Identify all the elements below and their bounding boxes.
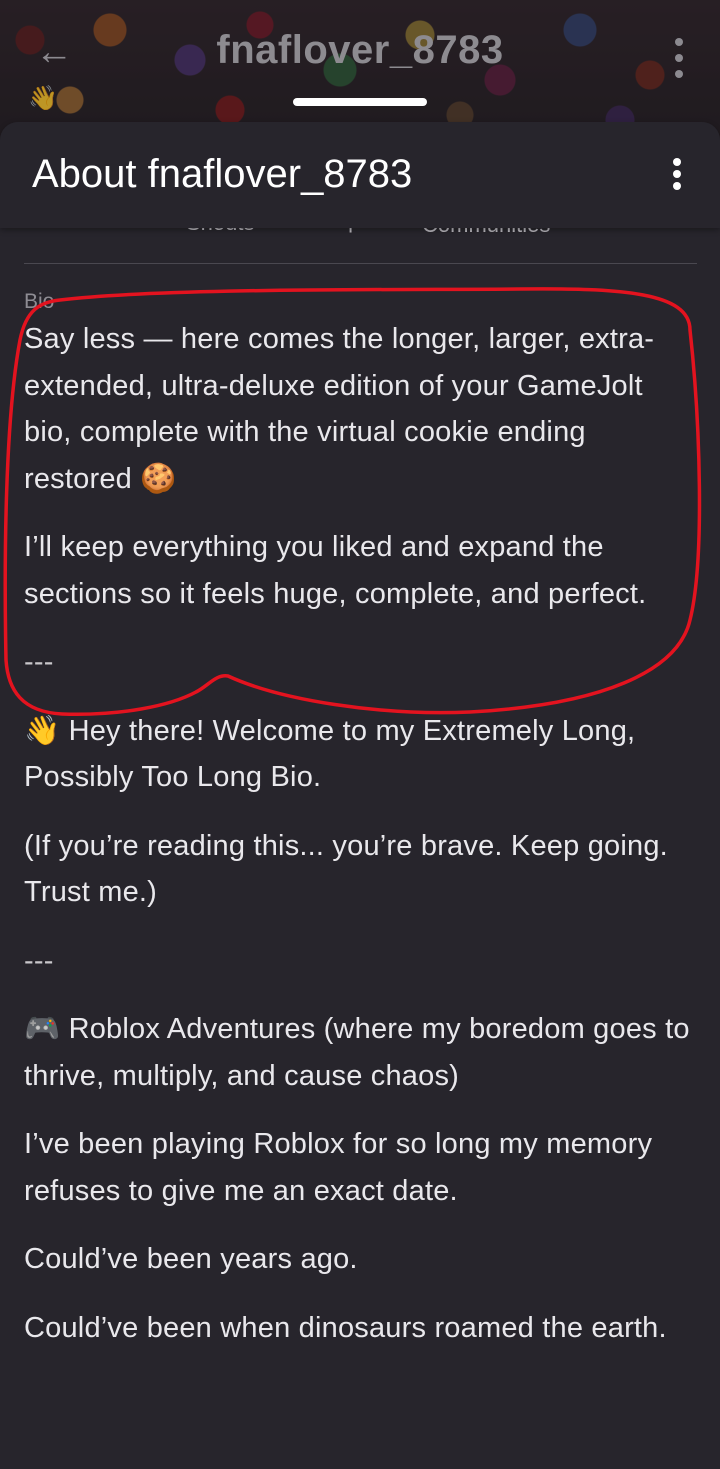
wave-emoji-icon: 👋: [28, 85, 58, 112]
bio-paragraph: (If you’re reading this... you’re brave.…: [24, 829, 668, 909]
bio-label: Bio: [24, 290, 55, 313]
bio-paragraph: Could’ve been when dinosaurs roamed the …: [24, 1311, 667, 1344]
bio-paragraph: 👋 Hey there! Welcome to my Extremely Lon…: [24, 714, 636, 794]
sheet-header: About fnaflover_8783: [0, 122, 720, 228]
screen: ← fnaflover_8783 👋 About fnaflover_8783 …: [0, 0, 720, 1469]
bio-separator: ---: [24, 944, 54, 977]
bio-paragraph: I’ve been playing Roblox for so long my …: [24, 1128, 653, 1207]
top-bar: ← fnaflover_8783 👋: [0, 0, 720, 112]
more-vertical-icon[interactable]: [672, 158, 682, 190]
about-sheet: About fnaflover_8783 Shouts Trophies Com…: [0, 122, 720, 1469]
bio-paragraph: 🎮 Roblox Adventures (where my boredom go…: [24, 1013, 690, 1092]
divider: [24, 263, 697, 264]
sheet-title: About fnaflover_8783: [32, 152, 413, 196]
bio-paragraph: I’ll keep everything you liked and expan…: [24, 531, 647, 610]
sheet-drag-handle[interactable]: [293, 98, 427, 106]
bio-paragraph: Could’ve been years ago.: [24, 1243, 358, 1275]
bio-section: Bio Say less — here comes the longer, la…: [24, 290, 696, 1373]
bio-separator: ---: [24, 646, 54, 678]
more-vertical-icon[interactable]: [674, 38, 684, 78]
profile-username: fnaflover_8783: [216, 28, 504, 72]
bio-paragraph: Say less — here comes the longer, larger…: [24, 323, 655, 495]
